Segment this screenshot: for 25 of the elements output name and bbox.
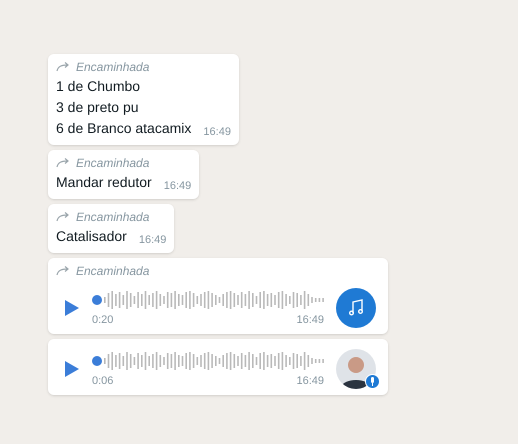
forwarded-label: Encaminhada <box>76 263 150 280</box>
music-avatar-icon <box>336 288 376 328</box>
forwarded-label: Encaminhada <box>76 209 150 226</box>
message-time: 16:49 <box>203 125 231 139</box>
message-time: 16:49 <box>296 374 324 388</box>
forwarded-label: Encaminhada <box>76 59 150 76</box>
play-icon <box>65 300 79 316</box>
message-text: 6 de Branco atacamix <box>56 119 192 138</box>
forward-arrow-icon <box>56 62 70 72</box>
contact-avatar <box>336 349 376 389</box>
microphone-badge-icon <box>365 374 380 389</box>
audio-duration: 0:20 <box>92 314 114 326</box>
forward-arrow-icon <box>56 266 70 276</box>
message-time: 16:49 <box>164 179 192 193</box>
message-text: 1 de Chumbo <box>56 77 142 96</box>
message-text: Mandar redutor <box>56 173 152 192</box>
message-time: 16:49 <box>296 314 324 326</box>
audio-duration: 0:06 <box>92 374 114 388</box>
forward-arrow-icon <box>56 158 70 168</box>
message-text: Catalisador <box>56 227 127 246</box>
forwarded-label: Encaminhada <box>76 155 150 172</box>
message-text: 3 de preto pu <box>56 98 140 117</box>
forward-arrow-icon <box>56 212 70 222</box>
message-time: 16:49 <box>138 233 166 247</box>
play-icon <box>65 361 79 377</box>
